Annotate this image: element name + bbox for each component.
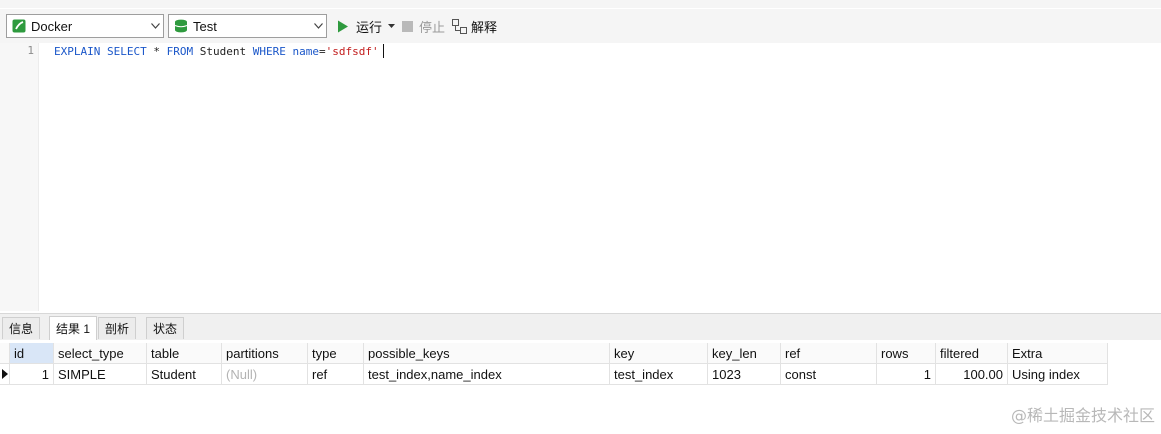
cell-id[interactable]: 1 [10,364,54,385]
run-button[interactable]: 运行 [337,17,396,35]
cell-partitions[interactable]: (Null) [222,364,308,385]
cell-select-type[interactable]: SIMPLE [54,364,147,385]
stop-label: 停止 [419,19,446,35]
connection-select[interactable]: Docker [6,14,164,38]
keyword-select: SELECT [106,45,147,58]
cell-ref[interactable]: const [781,364,877,385]
explain-label: 解释 [471,19,498,35]
cell-type[interactable]: ref [308,364,364,385]
database-select[interactable]: Test [168,14,327,38]
current-row-marker[interactable] [0,364,10,385]
chevron-down-icon[interactable] [310,15,326,37]
row-pointer-icon [2,369,8,379]
token-equals: = [318,45,326,58]
cell-key[interactable]: test_index [610,364,708,385]
column-header-key[interactable]: key [610,343,708,364]
token-string: 'sdfsdf' [325,45,379,58]
column-header-id[interactable]: id [10,343,54,364]
caret-down-icon[interactable] [388,24,396,28]
column-header-ref[interactable]: ref [781,343,877,364]
top-toolbar-clipped [0,0,1161,8]
database-value: Test [193,18,217,34]
run-label: 运行 [356,19,383,35]
column-header-possible-keys[interactable]: possible_keys [364,343,610,364]
column-header-rows[interactable]: rows [877,343,936,364]
column-header-extra[interactable]: Extra [1008,343,1108,364]
play-icon [338,20,348,32]
explain-icon [452,18,467,34]
cell-key-len[interactable]: 1023 [708,364,781,385]
column-header-key-len[interactable]: key_len [708,343,781,364]
watermark: @稀土掘金技术社区 [1010,406,1155,425]
cell-extra[interactable]: Using index [1008,364,1108,385]
token-table: Student [199,45,247,58]
column-header-partitions[interactable]: partitions [222,343,308,364]
tab-profile[interactable]: 剖析 [98,317,137,339]
sql-line[interactable]: EXPLAIN SELECT * FROM Student WHERE name… [54,44,384,58]
cell-table[interactable]: Student [147,364,222,385]
text-caret [382,44,384,58]
column-header-type[interactable]: type [308,343,364,364]
tab-result-1[interactable]: 结果 1 [49,316,98,340]
line-number: 1 [27,44,34,57]
column-header-select-type[interactable]: select_type [54,343,147,364]
query-toolbar: Docker Test 运行 停止 解释 [0,9,1161,44]
connection-value: Docker [31,18,73,34]
stop-button[interactable]: 停止 [402,17,445,35]
cell-rows[interactable]: 1 [877,364,936,385]
keyword-from: FROM [166,45,194,58]
cell-filtered[interactable]: 100.00 [936,364,1008,385]
result-grid: id select_type table partitions type pos… [0,340,1161,434]
token-column: name [292,45,319,58]
result-tabs: 信息 结果 1 剖析 状态 [0,313,1161,341]
sql-editor[interactable]: 1 EXPLAIN SELECT * FROM Student WHERE na… [0,43,1161,311]
column-header-table[interactable]: table [147,343,222,364]
keyword-explain: EXPLAIN [54,45,101,58]
explain-button[interactable]: 解释 [452,17,497,35]
cell-possible-keys[interactable]: test_index,name_index [364,364,610,385]
database-icon [174,19,188,33]
tab-status[interactable]: 状态 [146,317,185,339]
token-star: * [153,45,160,58]
chevron-down-icon[interactable] [147,15,163,37]
line-gutter: 1 [0,43,39,311]
stop-icon [402,20,413,32]
keyword-where: WHERE [252,45,286,58]
row-header-corner [0,343,10,364]
column-header-filtered[interactable]: filtered [936,343,1008,364]
connection-icon [12,19,26,33]
tab-info[interactable]: 信息 [2,317,41,339]
